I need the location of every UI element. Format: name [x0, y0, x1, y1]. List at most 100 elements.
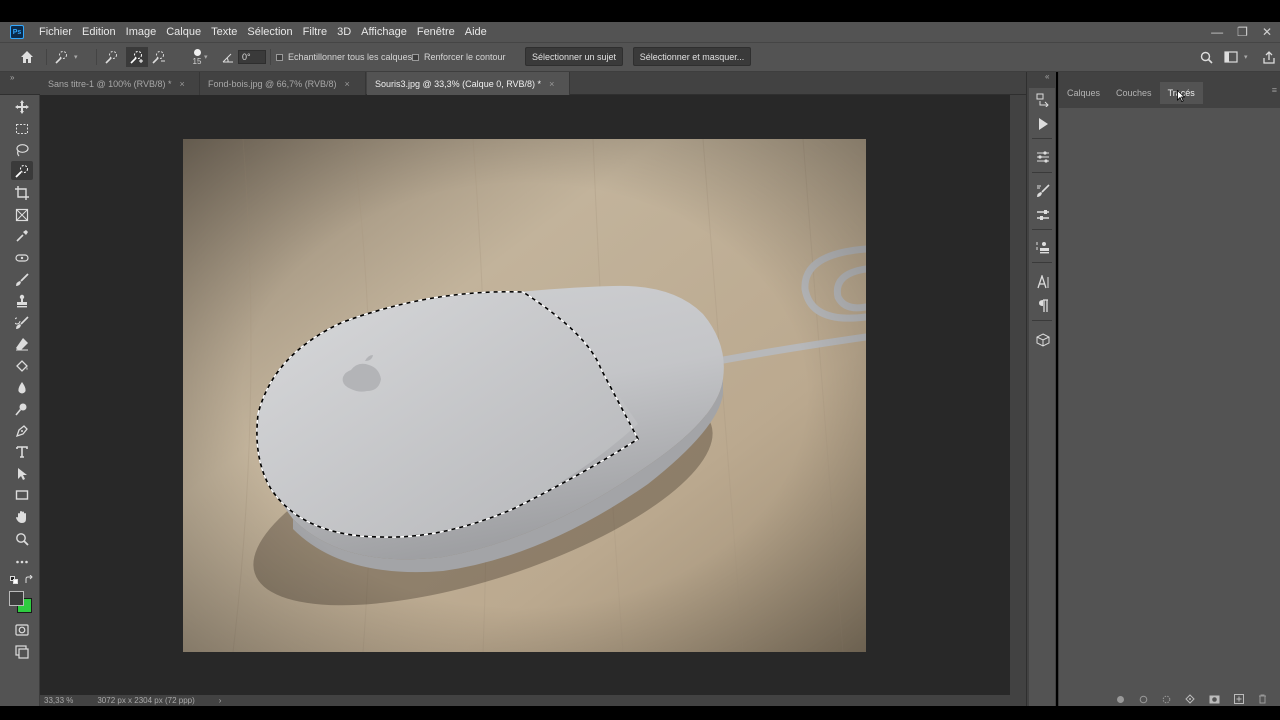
photo-image — [183, 139, 866, 652]
menu-affichage[interactable]: Affichage — [356, 22, 412, 42]
new-path-icon[interactable] — [1234, 694, 1244, 704]
minimize-button[interactable]: — — [1211, 25, 1223, 39]
subtract-from-selection-mode-button[interactable] — [151, 43, 171, 71]
close-icon[interactable]: × — [180, 79, 185, 89]
actions-play-icon — [1039, 118, 1048, 130]
delete-path-icon[interactable] — [1258, 694, 1267, 704]
close-icon[interactable]: × — [345, 79, 350, 89]
tab-couches[interactable]: Couches — [1108, 82, 1160, 104]
move-tool[interactable] — [11, 97, 33, 116]
swap-colors-button[interactable] — [24, 574, 34, 585]
stamp-icon — [17, 294, 27, 307]
blur-tool[interactable] — [11, 378, 33, 397]
dock-separator — [1032, 229, 1052, 230]
tab-calques[interactable]: Calques — [1059, 82, 1108, 104]
menu-fichier[interactable]: Fichier — [34, 22, 77, 42]
dock-separator — [1032, 172, 1052, 173]
collapse-dock-icon[interactable]: « — [1045, 72, 1049, 81]
quick-mask-button[interactable] — [11, 620, 33, 639]
enhance-edge-checkbox[interactable] — [412, 53, 419, 61]
dodge-tool[interactable] — [11, 399, 33, 418]
3d-panel-button[interactable] — [1033, 330, 1053, 350]
menu-texte[interactable]: Texte — [206, 22, 242, 42]
path-selection-tool[interactable] — [11, 464, 33, 483]
close-icon[interactable]: × — [549, 79, 554, 89]
separator — [270, 49, 271, 65]
tab-sans-titre[interactable]: Sans titre-1 @ 100% (RVB/8) * × — [40, 72, 200, 95]
paint-bucket-tool[interactable] — [11, 356, 33, 375]
mouse-photo[interactable] — [183, 139, 866, 652]
default-colors-button[interactable] — [10, 576, 18, 584]
eyedropper-tool[interactable] — [11, 226, 33, 245]
menu-edition[interactable]: Edition — [77, 22, 121, 42]
angle-icon — [222, 53, 233, 63]
brush-size-dropdown[interactable]: ▾ — [204, 43, 214, 71]
eraser-tool[interactable] — [11, 334, 33, 353]
frame-tool[interactable] — [11, 205, 33, 224]
clone-source-panel-button[interactable] — [1033, 238, 1053, 258]
menu-fenetre[interactable]: Fenêtre — [412, 22, 460, 42]
tool-preset-picker[interactable]: ▾ — [54, 43, 88, 71]
brush-tool[interactable] — [11, 270, 33, 289]
enhance-edge-option[interactable]: Renforcer le contour — [412, 43, 506, 71]
share-button[interactable] — [1263, 43, 1279, 71]
menu-aide[interactable]: Aide — [460, 22, 492, 42]
tab-fond-bois[interactable]: Fond-bois.jpg @ 66,7% (RVB/8) × — [200, 72, 366, 95]
edit-toolbar-button[interactable] — [11, 552, 33, 571]
zoom-tool[interactable] — [11, 529, 33, 548]
add-mask-icon[interactable] — [1209, 695, 1220, 704]
marquee-tool[interactable] — [11, 119, 33, 138]
menu-calque[interactable]: Calque — [161, 22, 206, 42]
menu-image[interactable]: Image — [121, 22, 162, 42]
zoom-level[interactable]: 33,33 % — [44, 696, 73, 705]
sample-all-layers-checkbox[interactable] — [276, 53, 283, 61]
paragraph-panel-button[interactable] — [1033, 296, 1053, 316]
select-and-mask-button[interactable]: Sélectionner et masquer... — [633, 47, 751, 66]
search-button[interactable] — [1200, 43, 1218, 71]
brushes-panel-button[interactable] — [1033, 205, 1053, 225]
vertical-scrollbar[interactable] — [1010, 95, 1026, 706]
document-canvas[interactable] — [40, 95, 1010, 695]
load-path-as-selection-icon[interactable] — [1162, 695, 1171, 704]
rectangle-tool[interactable] — [11, 485, 33, 504]
brush-settings-panel-button[interactable] — [1033, 181, 1053, 201]
foreground-color-swatch[interactable] — [9, 591, 24, 606]
sample-all-layers-option[interactable]: Echantillonner tous les calques — [276, 43, 412, 71]
status-bar: 33,33 % 3072 px x 2304 px (72 ppp) › — [40, 695, 1010, 706]
lasso-tool[interactable] — [11, 140, 33, 159]
healing-brush-tool[interactable] — [11, 248, 33, 267]
actions-panel-button[interactable] — [1033, 114, 1053, 134]
character-panel-button[interactable] — [1033, 272, 1053, 292]
pen-tool[interactable] — [11, 421, 33, 440]
properties-panel-button[interactable] — [1033, 147, 1053, 167]
restore-button[interactable]: ❐ — [1237, 25, 1248, 39]
collapse-toolbar-icon[interactable]: » — [10, 73, 14, 82]
quick-selection-tool[interactable] — [11, 161, 33, 180]
home-button[interactable] — [20, 43, 40, 71]
status-menu-arrow[interactable]: › — [219, 696, 222, 705]
brush-size-value: 15 — [192, 56, 202, 66]
screen-mode-button[interactable] — [11, 642, 33, 661]
history-brush-tool[interactable] — [11, 313, 33, 332]
menu-filtre[interactable]: Filtre — [298, 22, 332, 42]
hand-tool[interactable] — [11, 507, 33, 526]
angle-input[interactable]: 0° — [238, 50, 266, 64]
dock-separator — [1032, 320, 1052, 321]
crop-tool[interactable] — [11, 183, 33, 202]
fill-path-icon[interactable] — [1116, 695, 1125, 704]
type-tool[interactable] — [11, 442, 33, 461]
add-to-selection-mode-button[interactable] — [126, 47, 148, 67]
clone-stamp-tool[interactable] — [11, 291, 33, 310]
pen-icon — [15, 424, 28, 437]
stroke-path-icon[interactable] — [1139, 695, 1148, 704]
tab-souris3[interactable]: Souris3.jpg @ 33,3% (Calque 0, RVB/8) * … — [367, 72, 570, 95]
menu-selection[interactable]: Sélection — [242, 22, 297, 42]
new-selection-mode-button[interactable] — [104, 43, 124, 71]
make-work-path-icon[interactable] — [1185, 694, 1195, 704]
close-window-button[interactable]: ✕ — [1262, 25, 1272, 39]
history-panel-button[interactable] — [1033, 90, 1053, 110]
select-subject-button[interactable]: Sélectionner un sujet — [525, 47, 623, 66]
panel-menu-icon[interactable]: ≡ — [1272, 85, 1277, 95]
workspace-switcher[interactable]: ▾ — [1224, 43, 1258, 71]
menu-3d[interactable]: 3D — [332, 22, 356, 42]
